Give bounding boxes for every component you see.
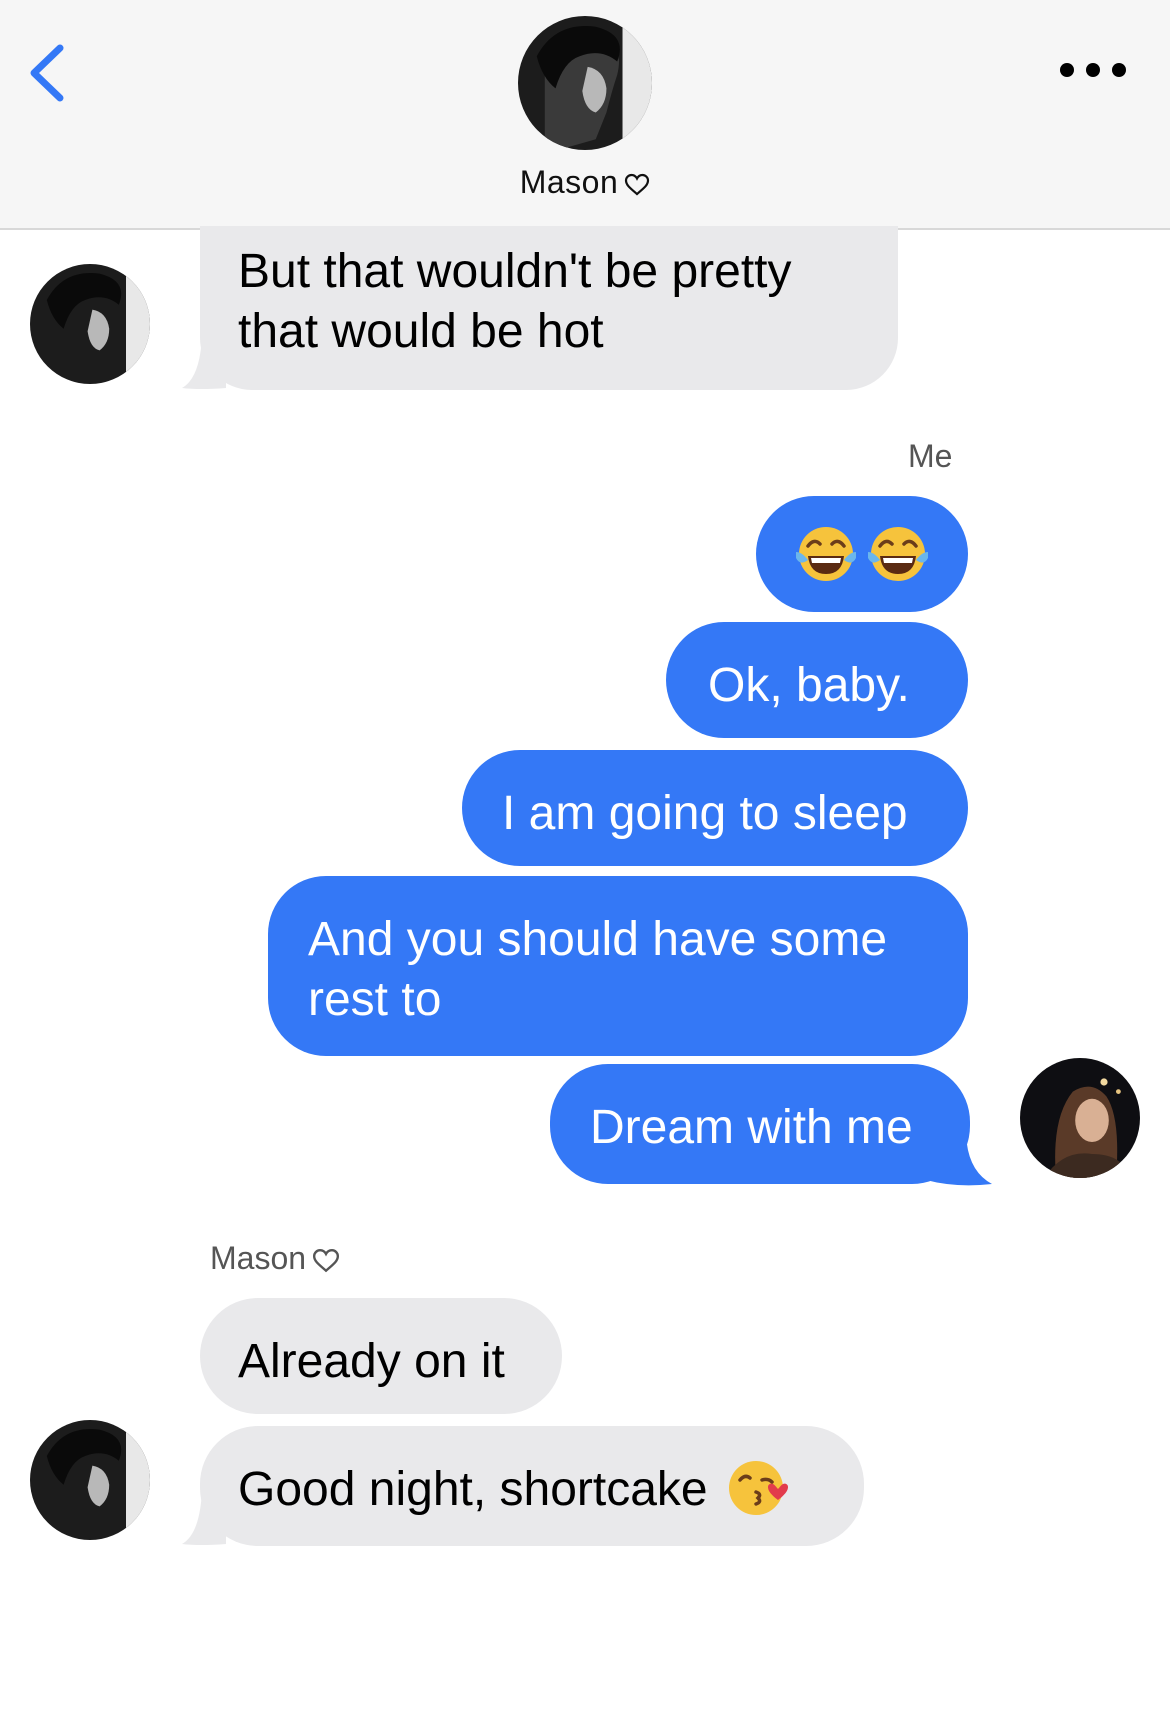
mason-avatar[interactable] bbox=[30, 1420, 150, 1540]
message-bubble[interactable]: Good night, shortcake bbox=[200, 1426, 864, 1546]
more-options-button[interactable] bbox=[1060, 58, 1126, 82]
message-bubble[interactable]: Ok, baby. bbox=[666, 622, 968, 738]
my-avatar[interactable] bbox=[1020, 1058, 1140, 1178]
message-bubble[interactable]: I am going to sleep bbox=[462, 750, 968, 866]
face-blowing-a-kiss-icon bbox=[728, 1461, 788, 1515]
heart-icon bbox=[313, 1248, 340, 1272]
mason-avatar[interactable] bbox=[30, 264, 150, 384]
face-with-tears-of-joy-icon bbox=[868, 527, 928, 581]
message-bubble[interactable]: But that wouldn't be pretty that would b… bbox=[200, 226, 898, 390]
contact-avatar[interactable] bbox=[518, 16, 652, 150]
more-dots-icon bbox=[1060, 63, 1074, 77]
contact-name[interactable]: Mason bbox=[0, 164, 1170, 201]
chat-header: Mason bbox=[0, 0, 1170, 230]
message-bubble[interactable]: Dream with me bbox=[550, 1064, 970, 1184]
back-button[interactable] bbox=[24, 42, 74, 104]
chevron-left-icon bbox=[30, 44, 64, 102]
message-bubble[interactable]: And you should have some rest to bbox=[268, 876, 968, 1056]
sender-label-mason: Mason bbox=[210, 1240, 340, 1277]
message-bubble[interactable]: Already on it bbox=[200, 1298, 562, 1414]
message-bubble[interactable] bbox=[756, 496, 968, 612]
sender-label-me: Me bbox=[908, 438, 953, 474]
heart-icon bbox=[625, 173, 650, 195]
face-with-tears-of-joy-icon bbox=[796, 527, 856, 581]
